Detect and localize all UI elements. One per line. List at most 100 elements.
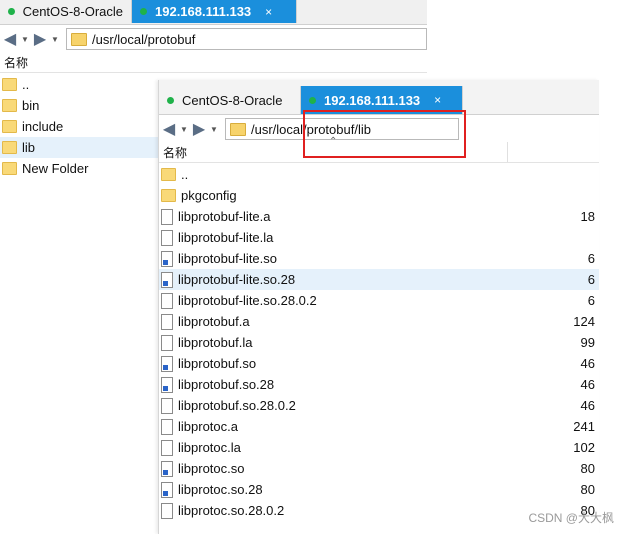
back-arrow-icon[interactable]: ◀ bbox=[159, 119, 179, 139]
folder-row[interactable]: pkgconfig bbox=[159, 185, 599, 206]
chevron-down-icon[interactable]: ▼ bbox=[179, 119, 189, 139]
file-name: libprotobuf-lite.so.28.0.2 bbox=[178, 293, 317, 308]
file-icon bbox=[161, 313, 173, 330]
folder-icon bbox=[161, 168, 176, 181]
file-name: libprotobuf.a bbox=[178, 314, 250, 329]
file-name: .. bbox=[22, 77, 30, 92]
symlink-file-icon bbox=[161, 250, 173, 267]
file-icon bbox=[161, 208, 173, 225]
connection-status-icon bbox=[140, 8, 147, 15]
forward-arrow-icon[interactable]: ▶ bbox=[30, 29, 50, 49]
column-name-header[interactable]: 名称 bbox=[0, 54, 427, 71]
forward-arrow-icon[interactable]: ▶ bbox=[189, 119, 209, 139]
symlink-file-icon bbox=[161, 481, 173, 498]
address-bar[interactable]: /usr/local/protobuf bbox=[66, 28, 427, 50]
file-size: 80 bbox=[580, 461, 595, 476]
file-size: 46 bbox=[580, 377, 595, 392]
watermark: CSDN @大大枫 bbox=[528, 511, 614, 525]
symlink-file-icon bbox=[161, 355, 173, 372]
file-size: 102 bbox=[573, 440, 595, 455]
column-header: 名称 bbox=[0, 52, 427, 73]
folder-icon bbox=[2, 162, 17, 175]
file-name: .. bbox=[181, 167, 189, 182]
tab-label: 192.168.111.133 bbox=[324, 92, 421, 108]
file-name: libprotobuf-lite.a bbox=[178, 209, 271, 224]
symlink-file-icon bbox=[161, 460, 173, 477]
symlink-file-icon bbox=[161, 271, 173, 288]
file-name: libprotobuf.so.28 bbox=[178, 377, 275, 392]
tab-centos-8-oracle[interactable]: CentOS-8-Oracle bbox=[0, 0, 132, 23]
file-size: 80 bbox=[580, 482, 595, 497]
file-icon bbox=[161, 439, 173, 456]
folder-icon bbox=[2, 141, 17, 154]
column-divider[interactable] bbox=[507, 142, 508, 162]
file-row[interactable]: libprotoc.a 241 bbox=[159, 416, 599, 437]
file-icon bbox=[161, 418, 173, 435]
file-name: bin bbox=[22, 98, 40, 113]
chevron-down-icon[interactable]: ▼ bbox=[209, 119, 219, 139]
tab-label: 192.168.111.133 bbox=[155, 4, 252, 19]
file-row[interactable]: libprotobuf-lite.so.28.0.2 6 bbox=[159, 290, 599, 311]
file-name: libprotobuf-lite.la bbox=[178, 230, 274, 245]
file-row[interactable]: libprotoc.so.28 80 bbox=[159, 479, 599, 500]
folder-row[interactable]: .. bbox=[159, 164, 599, 185]
file-row[interactable]: libprotoc.so 80 bbox=[159, 458, 599, 479]
file-name: New Folder bbox=[22, 161, 89, 176]
file-name: libprotobuf.la bbox=[178, 335, 253, 350]
close-tab-icon[interactable]: × bbox=[265, 5, 272, 19]
file-name: libprotobuf-lite.so bbox=[178, 251, 277, 266]
folder-icon bbox=[2, 99, 17, 112]
file-row[interactable]: libprotobuf-lite.so.28 6 bbox=[159, 269, 599, 290]
file-name: lib bbox=[22, 140, 36, 155]
folder-icon bbox=[161, 189, 176, 202]
file-row[interactable]: libprotobuf.so.28.0.2 46 bbox=[159, 395, 599, 416]
file-row[interactable]: libprotobuf.so 46 bbox=[159, 353, 599, 374]
file-size: 6 bbox=[587, 272, 595, 287]
back-arrow-icon[interactable]: ◀ bbox=[0, 29, 20, 49]
file-name: libprotoc.so.28 bbox=[178, 482, 263, 497]
file-name: pkgconfig bbox=[181, 188, 237, 203]
file-name: libprotoc.so bbox=[178, 461, 245, 476]
file-name: libprotobuf.so.28.0.2 bbox=[178, 398, 296, 413]
file-icon bbox=[161, 502, 173, 519]
file-size: 6 bbox=[587, 251, 595, 266]
file-row[interactable]: libprotobuf-lite.so 6 bbox=[159, 248, 599, 269]
symlink-file-icon bbox=[161, 376, 173, 393]
folder-icon bbox=[230, 122, 246, 136]
file-size: 124 bbox=[573, 314, 595, 329]
back-tab-bar: CentOS-8-Oracle 192.168.111.133 × bbox=[0, 0, 427, 25]
tab-192-168-111-133[interactable]: 192.168.111.133 × bbox=[132, 0, 297, 23]
file-name: libprotoc.so.28.0.2 bbox=[178, 503, 285, 518]
back-navigation-toolbar: ◀ ▼ ▶ ▼ /usr/local/protobuf bbox=[0, 26, 427, 52]
tab-label: CentOS-8-Oracle bbox=[22, 4, 123, 19]
connection-status-icon bbox=[309, 96, 316, 104]
highlight-box bbox=[303, 110, 466, 158]
file-row[interactable]: libprotoc.la 102 bbox=[159, 437, 599, 458]
file-name: libprotoc.a bbox=[178, 419, 238, 434]
file-icon bbox=[161, 292, 173, 309]
file-icon bbox=[161, 334, 173, 351]
file-size: 46 bbox=[580, 398, 595, 413]
connection-status-icon bbox=[8, 8, 15, 15]
file-size: 18 bbox=[580, 209, 595, 224]
folder-icon bbox=[2, 120, 17, 133]
tab-label: CentOS-8-Oracle bbox=[182, 92, 283, 108]
file-size: 241 bbox=[573, 419, 595, 434]
file-name: libprotobuf.so bbox=[178, 356, 257, 371]
file-row[interactable]: libprotobuf-lite.la bbox=[159, 227, 599, 248]
file-row[interactable]: libprotobuf.la 99 bbox=[159, 332, 599, 353]
file-row[interactable]: libprotobuf.so.28 46 bbox=[159, 374, 599, 395]
connection-status-icon bbox=[167, 96, 174, 104]
file-row[interactable]: libprotobuf-lite.a 18 bbox=[159, 206, 599, 227]
file-row[interactable]: libprotobuf.a 124 bbox=[159, 311, 599, 332]
file-size: 6 bbox=[587, 293, 595, 308]
file-name: libprotoc.la bbox=[178, 440, 241, 455]
chevron-down-icon[interactable]: ▼ bbox=[20, 29, 30, 49]
tab-centos-8-oracle[interactable]: CentOS-8-Oracle bbox=[159, 86, 301, 114]
folder-icon bbox=[2, 78, 17, 91]
folder-icon bbox=[71, 32, 87, 46]
address-path: /usr/local/protobuf bbox=[92, 31, 196, 47]
close-tab-icon[interactable]: × bbox=[434, 93, 441, 107]
chevron-down-icon[interactable]: ▼ bbox=[50, 29, 60, 49]
file-size: 99 bbox=[580, 335, 595, 350]
